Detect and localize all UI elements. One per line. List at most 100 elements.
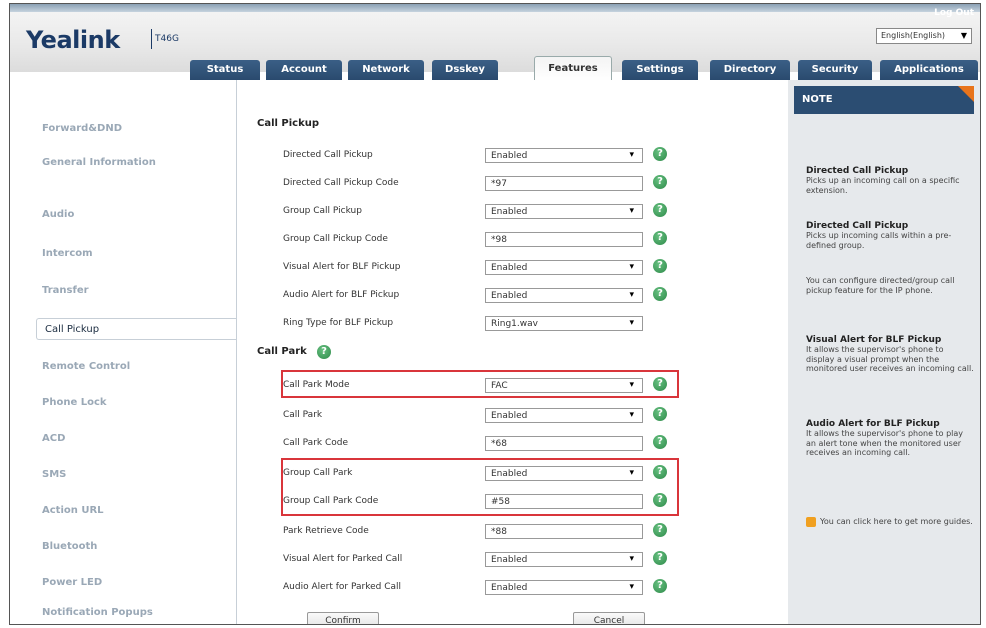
sidebar-item-bluetooth[interactable]: Bluetooth (40, 536, 234, 558)
help-icon[interactable]: ? (653, 147, 667, 161)
help-icon[interactable]: ? (653, 551, 667, 565)
input-group-call-park-code[interactable]: #58 (485, 494, 643, 509)
sidebar-item-transfer[interactable]: Transfer (40, 280, 234, 302)
note-heading: Directed Call Pickup (806, 166, 909, 176)
select-ring-type-blf-pickup[interactable]: Ring1.wav ▾ (485, 316, 643, 331)
section-title-call-pickup: Call Pickup (257, 118, 320, 129)
field-value: Enabled (491, 583, 528, 593)
dropdown-arrow-icon: ▾ (629, 206, 634, 216)
help-icon[interactable]: ? (653, 175, 667, 189)
select-group-call-park[interactable]: Enabled ▾ (485, 466, 643, 481)
note-heading: Audio Alert for BLF Pickup (806, 419, 940, 429)
input-group-call-pickup-code[interactable]: *98 (485, 232, 643, 247)
dropdown-arrow-icon: ▾ (629, 468, 634, 478)
select-call-park[interactable]: Enabled ▾ (485, 408, 643, 423)
label-audio-alert-blf-pickup: Audio Alert for BLF Pickup (283, 290, 400, 300)
input-directed-call-pickup-code[interactable]: *97 (485, 176, 643, 191)
dropdown-arrow-icon: ▾ (629, 410, 634, 420)
field-value: Enabled (491, 263, 528, 273)
field-value: Enabled (491, 291, 528, 301)
confirm-button[interactable]: Confirm (307, 612, 379, 624)
help-icon[interactable]: ? (317, 345, 331, 359)
field-value: *88 (491, 527, 507, 537)
help-icon[interactable]: ? (653, 465, 667, 479)
header-top-bar (10, 4, 980, 12)
tab-settings[interactable]: Settings (622, 60, 698, 80)
sidebar-item-notification-popups[interactable]: Notification Popups (40, 602, 234, 624)
language-select[interactable]: English(English) ▼ (876, 28, 972, 44)
note-corner-flag (958, 86, 974, 102)
tab-directory[interactable]: Directory (710, 60, 790, 80)
help-icon[interactable]: ? (653, 259, 667, 273)
help-icon[interactable]: ? (653, 407, 667, 421)
help-icon[interactable]: ? (653, 377, 667, 391)
note-title: NOTE (802, 94, 833, 105)
sidebar-item-audio[interactable]: Audio (40, 204, 234, 226)
select-audio-alert-parked-call[interactable]: Enabled ▾ (485, 580, 643, 595)
label-park-retrieve-code: Park Retrieve Code (283, 526, 369, 536)
sidebar-item-sms[interactable]: SMS (40, 464, 234, 486)
logout-link[interactable]: Log Out (934, 8, 974, 18)
dropdown-arrow-icon: ▼ (960, 31, 967, 40)
select-call-park-mode[interactable]: FAC ▾ (485, 378, 643, 393)
sidebar-item-general-information[interactable]: General Information (40, 157, 160, 183)
dropdown-arrow-icon: ▾ (629, 150, 634, 160)
sidebar-item-action-url[interactable]: Action URL (40, 500, 234, 522)
note-heading: Directed Call Pickup (806, 221, 909, 231)
dropdown-arrow-icon: ▾ (629, 262, 634, 272)
tab-account[interactable]: Account (266, 60, 342, 80)
select-visual-alert-parked-call[interactable]: Enabled ▾ (485, 552, 643, 567)
select-audio-alert-blf-pickup[interactable]: Enabled ▾ (485, 288, 643, 303)
select-directed-call-pickup[interactable]: Enabled ▾ (485, 148, 643, 163)
section-title-call-park: Call Park (257, 346, 307, 357)
tab-network[interactable]: Network (348, 60, 424, 80)
tab-dsskey[interactable]: Dsskey (432, 60, 498, 80)
help-icon[interactable]: ? (653, 231, 667, 245)
input-call-park-code[interactable]: *68 (485, 436, 643, 451)
tab-features[interactable]: Features (534, 56, 612, 81)
sidebar-item-forward-dnd[interactable]: Forward&DND (40, 118, 234, 140)
guide-link[interactable]: You can click here to get more guides. (806, 517, 974, 527)
field-value: Enabled (491, 151, 528, 161)
help-icon[interactable]: ? (653, 287, 667, 301)
help-icon[interactable]: ? (653, 493, 667, 507)
sidebar-item-phone-lock[interactable]: Phone Lock (40, 392, 234, 414)
tab-status[interactable]: Status (190, 60, 260, 80)
sidebar-item-intercom[interactable]: Intercom (40, 243, 234, 265)
help-icon[interactable]: ? (653, 523, 667, 537)
note-text: Picks up an incoming call on a specific … (806, 176, 960, 195)
yealink-web-ui: Yealink T46G Log Out English(English) ▼ … (9, 3, 981, 625)
field-value: *68 (491, 439, 507, 449)
sidebar-item-power-led[interactable]: Power LED (40, 572, 234, 594)
language-value: English(English) (881, 31, 946, 40)
tab-applications[interactable]: Applications (880, 60, 978, 80)
field-value: Enabled (491, 555, 528, 565)
note-text: It allows the supervisor's phone to disp… (806, 345, 974, 373)
field-value: #58 (491, 497, 510, 507)
model-label: T46G (155, 34, 179, 44)
label-call-park: Call Park (283, 410, 323, 420)
label-directed-call-pickup: Directed Call Pickup (283, 150, 373, 160)
sidebar-item-acd[interactable]: ACD (40, 428, 234, 450)
cancel-button[interactable]: Cancel (573, 612, 645, 624)
help-icon[interactable]: ? (653, 435, 667, 449)
dropdown-arrow-icon: ▾ (629, 582, 634, 592)
note-text: It allows the supervisor's phone to play… (806, 429, 964, 457)
select-visual-alert-blf-pickup[interactable]: Enabled ▾ (485, 260, 643, 275)
sidebar-item-call-pickup[interactable]: Call Pickup (36, 318, 242, 340)
note-text: You can configure directed/group call pi… (806, 276, 955, 295)
field-value: Enabled (491, 411, 528, 421)
select-group-call-pickup[interactable]: Enabled ▾ (485, 204, 643, 219)
field-value: Enabled (491, 469, 528, 479)
note-header: NOTE (794, 86, 974, 114)
tab-security[interactable]: Security (798, 60, 872, 80)
note-text: Picks up incoming calls within a pre-def… (806, 231, 952, 250)
help-icon[interactable]: ? (653, 203, 667, 217)
help-icon[interactable]: ? (653, 579, 667, 593)
logo-separator (151, 29, 152, 49)
note-panel: NOTE Directed Call Pickup Picks up an in… (788, 80, 980, 624)
input-park-retrieve-code[interactable]: *88 (485, 524, 643, 539)
label-audio-alert-parked-call: Audio Alert for Parked Call (283, 582, 402, 592)
sidebar-item-remote-control[interactable]: Remote Control (40, 356, 234, 378)
field-value: *97 (491, 179, 507, 189)
